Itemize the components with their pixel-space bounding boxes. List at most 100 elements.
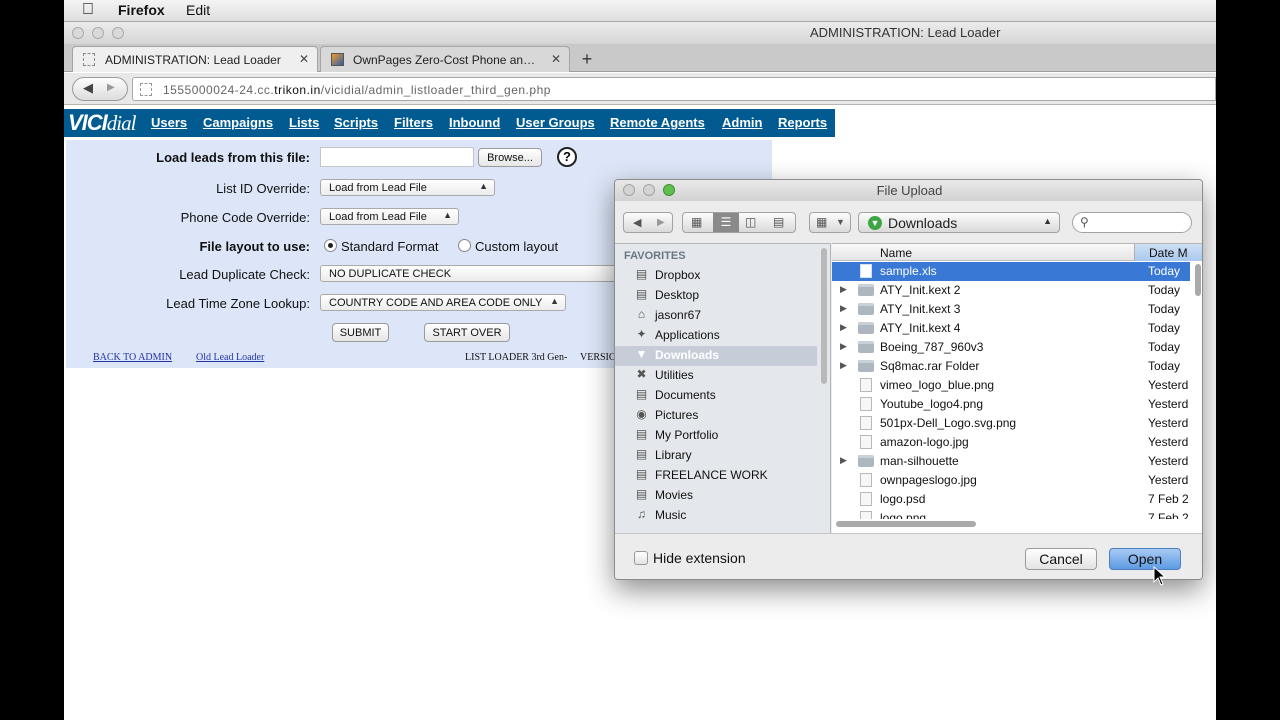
apple-menu-icon[interactable]:  bbox=[82, 1, 94, 19]
sidebar-item-documents[interactable]: ▤ Documents bbox=[615, 386, 817, 406]
column-view-icon[interactable]: ◫ bbox=[745, 215, 756, 229]
back-to-admin-link[interactable]: BACK TO ADMIN bbox=[93, 352, 172, 363]
sidebar-item-desktop[interactable]: ▤ Desktop bbox=[615, 286, 817, 306]
nav-remote-agents[interactable]: Remote Agents bbox=[610, 115, 705, 130]
submit-button[interactable]: SUBMIT bbox=[332, 323, 389, 342]
phone-code-override-select[interactable]: Load from Lead File ▲ bbox=[320, 208, 459, 225]
file-row[interactable]: ▶ Boeing_787_960v3 Today bbox=[832, 338, 1190, 357]
standard-format-radio[interactable] bbox=[324, 239, 337, 252]
sidebar-item-library[interactable]: ▤ Library bbox=[615, 446, 817, 466]
nav-user-groups[interactable]: User Groups bbox=[516, 115, 595, 130]
zoom-dialog-icon[interactable] bbox=[663, 184, 675, 196]
file-row[interactable]: ▶ ATY_Init.kext 2 Today bbox=[832, 281, 1190, 300]
open-button[interactable]: Open bbox=[1109, 548, 1181, 570]
file-row[interactable]: ▶ ATY_Init.kext 4 Today bbox=[832, 319, 1190, 338]
file-name: ATY_Init.kext 4 bbox=[880, 321, 961, 335]
nav-filters[interactable]: Filters bbox=[394, 115, 433, 130]
menu-bar:  Firefox Edit bbox=[64, 0, 1216, 22]
nav-inbound[interactable]: Inbound bbox=[449, 115, 500, 130]
file-name: logo.psd bbox=[880, 492, 926, 506]
forward-arrow-icon[interactable]: ▶ bbox=[657, 217, 665, 228]
close-dialog-icon[interactable] bbox=[623, 184, 635, 196]
disclosure-triangle-icon[interactable]: ▶ bbox=[840, 303, 847, 314]
disclosure-triangle-icon[interactable]: ▶ bbox=[840, 341, 847, 352]
file-row[interactable]: ▶ ATY_Init.kext 3 Today bbox=[832, 300, 1190, 319]
close-tab-icon[interactable]: ✕ bbox=[299, 52, 309, 66]
time-zone-lookup-label: Lead Time Zone Lookup: bbox=[166, 296, 310, 311]
help-icon[interactable]: ? bbox=[557, 147, 577, 167]
sidebar-item-music[interactable]: ♫ Music bbox=[615, 506, 817, 526]
nav-campaigns[interactable]: Campaigns bbox=[203, 115, 273, 130]
sidebar-item-my-portfolio[interactable]: ▤ My Portfolio bbox=[615, 426, 817, 446]
disclosure-triangle-icon[interactable]: ▶ bbox=[840, 455, 847, 466]
sidebar-item-downloads[interactable]: ▼ Downloads bbox=[615, 346, 817, 366]
file-name: Sq8mac.rar Folder bbox=[880, 359, 980, 373]
hide-extension-checkbox[interactable] bbox=[634, 551, 648, 565]
menu-edit[interactable]: Edit bbox=[186, 2, 210, 18]
nav-users[interactable]: Users bbox=[151, 115, 187, 130]
new-tab-button[interactable]: + bbox=[572, 48, 602, 72]
file-row[interactable]: amazon-logo.jpg Yesterd bbox=[832, 433, 1190, 452]
sidebar-item-utilities[interactable]: ✖ Utilities bbox=[615, 366, 817, 386]
browse-button[interactable]: Browse... bbox=[478, 148, 542, 167]
file-row[interactable]: logo.png 7 Feb 2 bbox=[832, 509, 1190, 519]
list-view-icon[interactable]: ☰ bbox=[713, 213, 739, 232]
home-icon: ⌂ bbox=[637, 307, 646, 321]
start-over-button[interactable]: START OVER bbox=[424, 323, 510, 342]
file-row[interactable]: ownpageslogo.jpg Yesterd bbox=[832, 471, 1190, 490]
list-id-override-select[interactable]: Load from Lead File ▲ bbox=[320, 179, 495, 196]
sidebar-item-movies[interactable]: ▤ Movies bbox=[615, 486, 817, 506]
back-forward-control: ◀ ▶ bbox=[623, 212, 673, 233]
location-popup[interactable]: ▼ Downloads ▲ bbox=[858, 212, 1060, 233]
time-zone-select[interactable]: COUNTRY CODE AND AREA CODE ONLY ▲ bbox=[320, 294, 566, 311]
back-arrow-icon[interactable]: ◀ bbox=[83, 80, 93, 96]
sidebar-item-dropbox[interactable]: ▤ Dropbox bbox=[615, 266, 817, 286]
vertical-scrollbar[interactable] bbox=[1195, 264, 1201, 296]
file-row[interactable]: vimeo_logo_blue.png Yesterd bbox=[832, 376, 1190, 395]
column-date-header[interactable]: Date M bbox=[1134, 244, 1202, 261]
custom-layout-radio[interactable] bbox=[458, 239, 471, 252]
close-window-icon[interactable] bbox=[72, 27, 84, 39]
minimize-dialog-icon[interactable] bbox=[643, 184, 655, 196]
file-row[interactable]: ▶ man-silhouette Yesterd bbox=[832, 452, 1190, 471]
sidebar-item-pictures[interactable]: ◉ Pictures bbox=[615, 406, 817, 426]
folder-icon bbox=[858, 455, 874, 467]
search-field[interactable]: ⚲ bbox=[1072, 212, 1192, 233]
horizontal-scrollbar[interactable] bbox=[836, 521, 976, 527]
old-lead-loader-link[interactable]: Old Lead Loader bbox=[196, 352, 264, 363]
back-arrow-icon[interactable]: ◀ bbox=[633, 216, 641, 229]
disclosure-triangle-icon[interactable]: ▶ bbox=[840, 360, 847, 371]
cancel-button[interactable]: Cancel bbox=[1025, 548, 1097, 570]
sidebar-item-home[interactable]: ⌂ jasonr67 bbox=[615, 306, 817, 326]
tab-lead-loader[interactable]: ADMINISTRATION: Lead Loader ✕ bbox=[72, 46, 318, 72]
menu-app-name[interactable]: Firefox bbox=[118, 2, 165, 18]
file-row[interactable]: Youtube_logo4.png Yesterd bbox=[832, 395, 1190, 414]
disclosure-triangle-icon[interactable]: ▶ bbox=[840, 284, 847, 295]
file-row[interactable]: ▶ Sq8mac.rar Folder Today bbox=[832, 357, 1190, 376]
sidebar-item-freelance-work[interactable]: ▤ FREELANCE WORK bbox=[615, 466, 817, 486]
disclosure-triangle-icon[interactable]: ▶ bbox=[840, 322, 847, 333]
zoom-window-icon[interactable] bbox=[112, 27, 124, 39]
icon-view-icon[interactable]: ▦ bbox=[691, 215, 702, 229]
nav-admin[interactable]: Admin bbox=[722, 115, 762, 130]
file-path-field[interactable] bbox=[320, 147, 474, 167]
minimize-window-icon[interactable] bbox=[92, 27, 104, 39]
file-row[interactable]: sample.xls Today bbox=[832, 262, 1190, 281]
file-row[interactable]: 501px-Dell_Logo.svg.png Yesterd bbox=[832, 414, 1190, 433]
nav-reports[interactable]: Reports bbox=[778, 115, 827, 130]
close-tab-icon[interactable]: ✕ bbox=[551, 52, 561, 66]
file-name: 501px-Dell_Logo.svg.png bbox=[880, 416, 1017, 430]
sidebar-item-applications[interactable]: ✦ Applications bbox=[615, 326, 817, 346]
sidebar-scrollbar[interactable] bbox=[821, 248, 827, 384]
url-bar[interactable]: 1555000024-24.cc.trikon.in/vicidial/admi… bbox=[132, 77, 1216, 101]
column-name-header[interactable]: Name bbox=[880, 246, 912, 260]
nav-scripts[interactable]: Scripts bbox=[334, 115, 378, 130]
forward-arrow-icon[interactable]: ▶ bbox=[107, 82, 115, 93]
coverflow-view-icon[interactable]: ▤ bbox=[773, 215, 784, 229]
tab-ownpages[interactable]: OwnPages Zero-Cost Phone an… ✕ bbox=[320, 46, 570, 72]
file-row[interactable]: logo.psd 7 Feb 2 bbox=[832, 490, 1190, 509]
file-name: Boeing_787_960v3 bbox=[880, 340, 984, 354]
nav-lists[interactable]: Lists bbox=[289, 115, 319, 130]
arrange-button[interactable]: ▦ ▼ bbox=[809, 212, 851, 233]
duplicate-check-select[interactable]: NO DUPLICATE CHECK bbox=[320, 265, 620, 282]
